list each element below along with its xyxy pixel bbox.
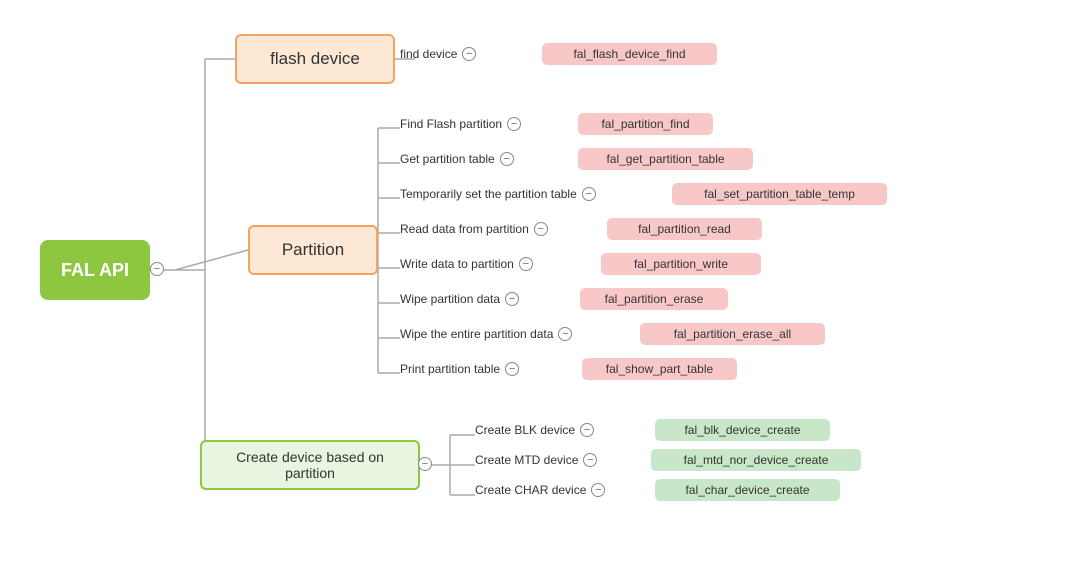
create-device-expand-icon[interactable]: − — [418, 457, 432, 471]
temp-set-partition-label: Temporarily set the partition table − — [400, 187, 601, 201]
fal-api-expand-icon[interactable]: − — [150, 262, 164, 276]
wipe-partition-minus[interactable]: − — [505, 292, 519, 306]
create-device-node: Create device based on partition — [200, 440, 420, 490]
partition-label: Partition — [282, 240, 344, 260]
write-partition-label: Write data to partition − — [400, 257, 538, 271]
flash-device-label: flash device — [270, 49, 360, 69]
fal-api-node: FAL API — [40, 240, 150, 300]
connector-lines — [0, 0, 1069, 561]
create-mtd-minus[interactable]: − — [583, 453, 597, 467]
fal-partition-find-node: fal_partition_find — [578, 113, 713, 135]
temp-set-partition-minus[interactable]: − — [582, 187, 596, 201]
fal-flash-device-find-node: fal_flash_device_find — [542, 43, 717, 65]
wipe-partition-label: Wipe partition data − — [400, 292, 524, 306]
wipe-entire-partition-minus[interactable]: − — [558, 327, 572, 341]
get-partition-table-minus[interactable]: − — [500, 152, 514, 166]
write-partition-minus[interactable]: − — [519, 257, 533, 271]
create-blk-label: Create BLK device − — [475, 423, 599, 437]
create-device-label: Create device based on partition — [214, 449, 406, 481]
get-partition-table-label: Get partition table − — [400, 152, 519, 166]
find-flash-partition-label: Find Flash partition − — [400, 117, 526, 131]
fal-partition-write-node: fal_partition_write — [601, 253, 761, 275]
create-mtd-label: Create MTD device − — [475, 453, 602, 467]
fal-show-part-table-node: fal_show_part_table — [582, 358, 737, 380]
read-partition-minus[interactable]: − — [534, 222, 548, 236]
fal-char-device-create-node: fal_char_device_create — [655, 479, 840, 501]
create-char-minus[interactable]: − — [591, 483, 605, 497]
wipe-entire-partition-label: Wipe the entire partition data − — [400, 327, 577, 341]
fal-blk-device-create-node: fal_blk_device_create — [655, 419, 830, 441]
print-partition-label: Print partition table − — [400, 362, 524, 376]
fal-partition-erase-node: fal_partition_erase — [580, 288, 728, 310]
create-blk-minus[interactable]: − — [580, 423, 594, 437]
fal-set-partition-table-temp-node: fal_set_partition_table_temp — [672, 183, 887, 205]
fal-api-label: FAL API — [61, 260, 129, 281]
find-device-label: find device − — [400, 47, 481, 61]
find-flash-partition-minus[interactable]: − — [507, 117, 521, 131]
fal-get-partition-table-node: fal_get_partition_table — [578, 148, 753, 170]
create-char-label: Create CHAR device − — [475, 483, 610, 497]
fal-partition-erase-all-node: fal_partition_erase_all — [640, 323, 825, 345]
flash-device-node: flash device — [235, 34, 395, 84]
partition-node: Partition — [248, 225, 378, 275]
fal-partition-read-node: fal_partition_read — [607, 218, 762, 240]
print-partition-minus[interactable]: − — [505, 362, 519, 376]
find-device-minus-icon[interactable]: − — [462, 47, 476, 61]
read-partition-label: Read data from partition − — [400, 222, 553, 236]
diagram: FAL API − flash device find device − fal… — [0, 0, 1069, 561]
fal-mtd-nor-device-create-node: fal_mtd_nor_device_create — [651, 449, 861, 471]
